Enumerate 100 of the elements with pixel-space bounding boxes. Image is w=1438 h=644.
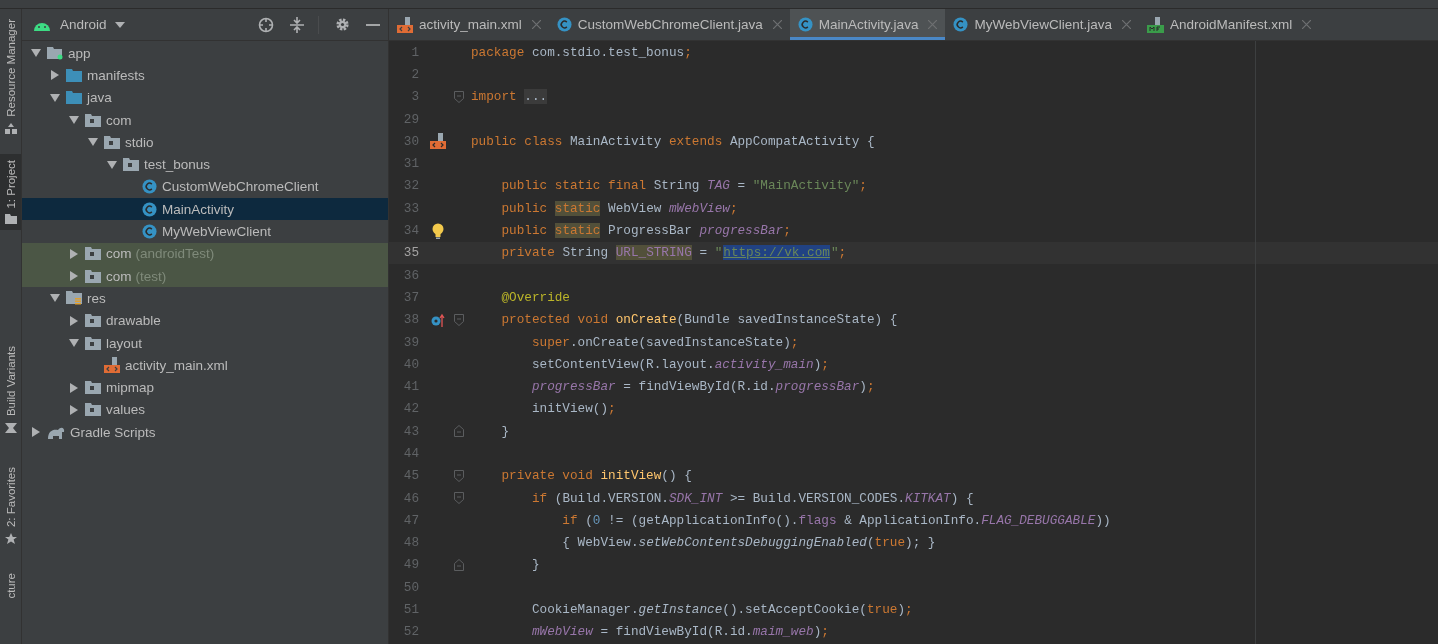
code-token: String <box>562 245 610 261</box>
editor-tab[interactable]: CustomWebChromeClient.java <box>548 9 790 40</box>
close-icon[interactable] <box>772 20 782 29</box>
code-token: import <box>471 89 518 105</box>
package-icon <box>85 314 101 328</box>
code-token: protected void <box>500 312 610 328</box>
expanded-arrow-icon <box>107 160 117 169</box>
code-token: true <box>866 602 898 618</box>
caret-icon <box>114 21 125 28</box>
code-token: TAG <box>707 178 730 194</box>
crosshair-icon[interactable] <box>258 16 274 33</box>
close-icon[interactable] <box>928 20 938 29</box>
code-token: } <box>530 557 540 573</box>
line-number: 48 <box>402 535 419 551</box>
code-token: String <box>653 178 701 194</box>
tool-window-tab[interactable]: cture <box>0 566 21 605</box>
tool-window-tab[interactable]: Build Variants <box>0 340 21 439</box>
code-token: .onCreate(savedInstanceState) <box>570 334 791 350</box>
module-folder-icon <box>47 46 63 61</box>
close-icon[interactable] <box>1121 20 1131 29</box>
close-icon[interactable] <box>531 20 541 29</box>
tree-item[interactable]: MyWebViewClient <box>22 220 388 243</box>
tree-item[interactable]: stdio <box>22 131 388 154</box>
tree-item[interactable]: activity_main.xml <box>22 354 388 377</box>
line-number: 37 <box>402 289 419 305</box>
tree-item[interactable]: drawable <box>22 309 388 332</box>
tree-label: MainActivity <box>162 201 234 217</box>
line-number: 46 <box>402 490 419 506</box>
code-token: @Override <box>500 289 570 305</box>
code-token: progressBar <box>775 379 860 395</box>
line-number: 34 <box>402 223 419 238</box>
code-token: MainActivity <box>570 133 663 149</box>
fold-icon[interactable] <box>454 469 464 482</box>
layout-file-icon <box>104 357 120 374</box>
fold-icon[interactable] <box>454 90 464 103</box>
line-number: 38 <box>402 312 419 328</box>
code-token: URL_STRING <box>615 245 692 261</box>
collapse-icon[interactable] <box>290 16 304 33</box>
fold-icon[interactable] <box>454 313 464 326</box>
editor-tab[interactable]: AndroidManifest.xml <box>1138 9 1320 40</box>
override-icon[interactable] <box>431 312 445 327</box>
tree-item[interactable]: manifests <box>22 64 388 87</box>
view-dropdown[interactable]: Android <box>60 17 125 32</box>
tool-window-tab[interactable]: 2: Favorites <box>0 460 21 551</box>
tree-item[interactable]: Gradle Scripts <box>22 421 388 444</box>
collapsed-arrow-icon <box>51 70 59 81</box>
code-token: CookieManager. <box>530 602 639 618</box>
code-token: " <box>830 245 839 261</box>
code-token: setWebContentsDebuggingEnabled <box>638 535 867 551</box>
editor-tab[interactable]: MainActivity.java <box>789 9 946 40</box>
line-number: 1 <box>410 44 419 60</box>
tree-item[interactable]: MainActivity <box>22 198 388 221</box>
code-token: flags <box>798 512 837 528</box>
class-icon <box>797 17 813 32</box>
package-icon <box>85 269 101 283</box>
lightbulb-icon[interactable] <box>432 222 444 239</box>
close-icon[interactable] <box>1302 20 1312 29</box>
tree-item[interactable]: com <box>22 108 388 132</box>
fold-icon[interactable] <box>454 492 464 505</box>
code-token: ... <box>524 89 548 105</box>
code-token: public static final <box>500 178 648 194</box>
tree-item[interactable]: layout <box>22 331 388 355</box>
editor-tab[interactable]: activity_main.xml <box>389 9 549 40</box>
settings-icon[interactable] <box>335 17 350 32</box>
tool-window-tab[interactable]: 1: Project <box>0 153 21 231</box>
tree-label: mipmap <box>106 380 154 396</box>
tree-item[interactable]: java <box>22 86 388 109</box>
line-number: 52 <box>402 624 419 640</box>
tool-window-tab[interactable]: Resource Manager <box>0 13 21 140</box>
package-icon <box>85 113 101 127</box>
code-token: super <box>530 334 570 350</box>
tree-item[interactable]: app <box>22 42 388 65</box>
code-token: () { <box>661 468 692 484</box>
code-token: ProgressBar <box>607 223 693 238</box>
code-token: ; <box>838 245 847 261</box>
collapsed-arrow-icon <box>70 248 78 259</box>
editor-tab[interactable]: MyWebViewClient.java <box>945 9 1139 40</box>
line-number: 36 <box>402 267 419 283</box>
elephant-icon <box>47 425 65 439</box>
tree-item[interactable]: CustomWebChromeClient <box>22 175 388 199</box>
code-token: KITKAT <box>905 490 951 506</box>
code-token: activity_main <box>714 356 814 372</box>
fold-end-icon[interactable] <box>454 558 464 571</box>
code-token: ) <box>897 602 906 618</box>
code-token: " <box>714 245 723 261</box>
code-token: initView() <box>530 401 609 417</box>
class-icon <box>142 224 157 239</box>
line-number: 49 <box>402 557 419 573</box>
tree-item[interactable]: test_bonus <box>22 153 388 176</box>
layout-file-icon[interactable] <box>430 133 446 150</box>
tree-item[interactable]: res <box>22 287 388 310</box>
line-number: 35 <box>402 245 419 261</box>
expanded-arrow-icon <box>50 93 60 102</box>
fold-end-icon[interactable] <box>454 425 464 438</box>
expanded-arrow-icon <box>69 116 79 125</box>
tree-item[interactable]: values <box>22 398 388 422</box>
tree-item[interactable]: mipmap <box>22 376 388 399</box>
code-token: extends <box>668 133 724 149</box>
tree-label: CustomWebChromeClient <box>162 179 319 195</box>
class-icon <box>142 201 157 217</box>
